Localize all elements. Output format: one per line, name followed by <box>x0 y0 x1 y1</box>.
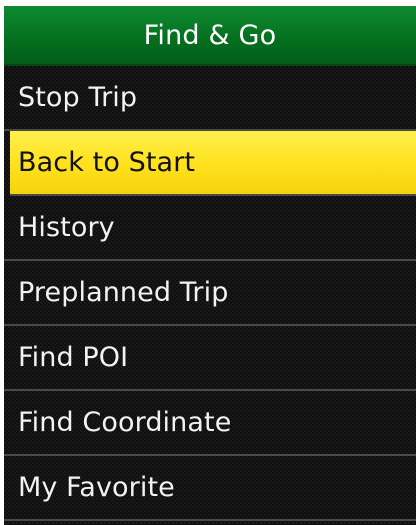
page-title: Find & Go <box>143 19 277 51</box>
menu-item-preplanned-trip[interactable]: Preplanned Trip <box>4 261 416 326</box>
menu-item-label: My Favorite <box>18 472 175 503</box>
menu-item-label: Find Coordinate <box>18 407 232 438</box>
menu-item-label: Preplanned Trip <box>18 277 229 308</box>
menu-item-history[interactable]: History <box>4 196 416 261</box>
title-bar: Find & Go <box>4 6 416 66</box>
menu-item-label: Back to Start <box>18 147 196 178</box>
menu-item-find-poi[interactable]: Find POI <box>4 326 416 391</box>
menu-item-my-favorite[interactable]: My Favorite <box>4 456 416 521</box>
menu-item-stop-trip[interactable]: Stop Trip <box>4 66 416 131</box>
menu-item-label: Stop Trip <box>18 82 138 113</box>
menu-item-label: History <box>18 212 115 243</box>
menu-item-find-coordinate[interactable]: Find Coordinate <box>4 391 416 456</box>
menu-item-label: Find POI <box>18 342 129 373</box>
find-and-go-menu: Stop Trip Back to Start History Preplann… <box>4 66 416 521</box>
menu-item-back-to-start[interactable]: Back to Start <box>10 131 416 196</box>
device-screen: Find & Go Stop Trip Back to Start Histor… <box>4 6 416 525</box>
